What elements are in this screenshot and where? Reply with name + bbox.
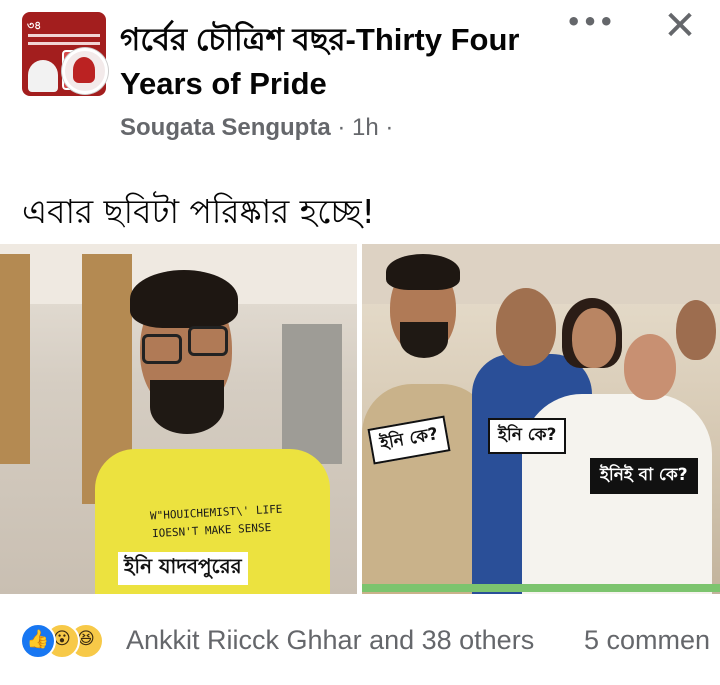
photo-bottom-strip — [362, 584, 720, 592]
meta-separator: · — [330, 114, 353, 141]
author-avatar-figure — [73, 57, 95, 83]
person-face — [676, 300, 716, 360]
comments-count-link[interactable]: 5 commen — [584, 625, 710, 656]
person-hair — [386, 254, 460, 290]
post-header: ৩৪ গর্বের চৌত্রিশ বছর-Thirty Four Years … — [0, 0, 720, 160]
person-hair — [130, 270, 238, 328]
post-meta: Sougata Sengupta · 1h · — [120, 114, 393, 142]
post-caption: এবার ছবিটা পরিষ্কার হচ্ছে! — [22, 192, 375, 231]
person-face — [496, 288, 556, 366]
close-button[interactable]: ✕ — [660, 6, 700, 46]
post-timestamp[interactable]: 1h — [352, 114, 379, 141]
more-horizontal-icon: ••• — [566, 8, 616, 36]
person-face — [624, 334, 676, 400]
close-icon: ✕ — [663, 3, 697, 49]
image-overlay-caption: ইনি যাদবপুরের — [118, 552, 248, 585]
reaction-summary-link[interactable]: Ankkit Riicck Ghhar and 38 others — [126, 625, 534, 656]
post-image[interactable]: W"HOUICHEMIST\' LIFE IOESN'T MAKE SENSE … — [0, 244, 720, 594]
more-options-button[interactable]: ••• — [566, 8, 614, 38]
group-name-link[interactable]: গর্বের চৌত্রিশ বছর-Thirty Four Years of … — [120, 18, 550, 106]
glasses — [188, 326, 228, 356]
right-photo-panel: ইনি কে? ইনি কে? ইনিই বা কে? — [362, 244, 720, 594]
avatar-decoration — [28, 42, 100, 45]
meta-separator: · — [378, 114, 394, 141]
reaction-bar: 😆 😮 👍 Ankkit Riicck Ghhar and 38 others … — [0, 605, 720, 685]
like-glyph: 👍 — [26, 629, 50, 650]
avatar-decoration — [28, 34, 100, 37]
left-photo-panel: W"HOUICHEMIST\' LIFE IOESN'T MAKE SENSE … — [0, 244, 357, 594]
person-beard — [150, 380, 224, 434]
author-name-link[interactable]: Sougata Sengupta — [120, 114, 331, 141]
photo-shelf — [282, 324, 342, 464]
overlay-label-who-also: ইনিই বা কে? — [590, 458, 698, 494]
person-beard — [400, 322, 448, 358]
overlay-label-who: ইনি কে? — [488, 418, 567, 454]
person-face — [572, 308, 616, 368]
glasses — [142, 334, 182, 364]
avatar-figure — [28, 60, 58, 92]
author-avatar[interactable] — [62, 48, 108, 94]
like-icon[interactable]: 👍 — [20, 623, 56, 659]
photo-pillar — [0, 254, 30, 464]
